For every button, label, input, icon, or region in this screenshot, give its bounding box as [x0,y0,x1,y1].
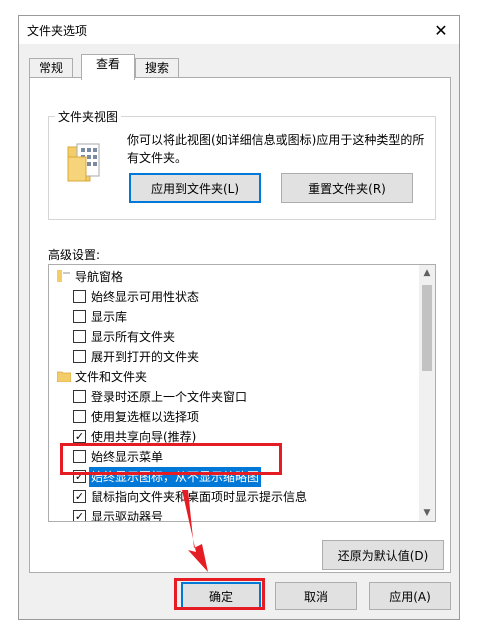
list-item[interactable]: 显示所有文件夹 [49,327,421,347]
checkbox-label: 展开到打开的文件夹 [91,350,200,364]
close-button[interactable]: ✕ [423,16,459,44]
scroll-thumb[interactable] [422,285,432,371]
reset-folders-button[interactable]: 重置文件夹(R) [281,173,413,203]
chevron-up-icon: ▲ [423,268,431,278]
folder-views-group: 文件夹视图 你可以将此视图(如详细信息或图标)应用于这种类型的所有文件夹。 应用… [48,108,436,220]
apply-to-folders-button[interactable]: 应用到文件夹(L) [129,173,261,203]
cancel-button[interactable]: 取消 [275,582,357,610]
checkbox[interactable] [73,350,86,363]
list-item[interactable]: 展开到打开的文件夹 [49,347,421,367]
title-bar: 文件夹选项 ✕ [19,16,459,44]
tab-panel-view: 文件夹视图 你可以将此视图(如详细信息或图标)应用于这种类型的所有文件夹。 应用… [29,77,451,573]
category-files-and-folders: 文件和文件夹 [49,367,421,387]
navigation-pane-icon [57,270,71,282]
checkbox[interactable] [73,390,86,403]
checkbox-label: 登录时还原上一个文件夹窗口 [91,390,248,404]
category-label: 文件和文件夹 [75,370,148,384]
list-item[interactable]: 始终显示可用性状态 [49,287,421,307]
list-item[interactable]: ✓ 鼠标指向文件夹和桌面项时显示提示信息 [49,487,421,507]
highlight-box-ok [174,578,265,610]
advanced-settings-list[interactable]: 导航窗格 始终显示可用性状态 显示库 显示所有文件夹 展开到打开的文件夹 文件和… [48,264,436,522]
vertical-scrollbar[interactable]: ▲ ▼ [419,265,435,521]
checkbox-label: 使用复选框以选择项 [91,410,200,424]
checkbox-label: 显示所有文件夹 [91,330,176,344]
checkbox-label: 显示库 [91,310,128,324]
group-title: 文件夹视图 [55,108,122,125]
checkbox[interactable] [73,290,86,303]
list-item[interactable]: 使用复选框以选择项 [49,407,421,427]
folder-grid-icon [67,143,100,182]
checkbox-checked[interactable]: ✓ [73,430,86,443]
tab-search[interactable]: 搜索 [135,58,179,78]
list-item[interactable]: 登录时还原上一个文件夹窗口 [49,387,421,407]
chevron-down-icon: ▼ [423,508,431,518]
checkbox-checked[interactable]: ✓ [73,490,86,503]
advanced-settings-label: 高级设置: [48,248,101,262]
scroll-down-button[interactable]: ▼ [419,505,435,521]
checkbox-checked[interactable]: ✓ [73,510,86,521]
scroll-up-button[interactable]: ▲ [419,265,435,281]
checkbox[interactable] [73,310,86,323]
window-title: 文件夹选项 [27,24,88,38]
folder-options-dialog: 文件夹选项 ✕ 常规 查看 搜索 文件夹视图 你可以将此视图(如详细信息或图标)… [18,15,460,620]
red-arrow-icon [182,490,208,572]
list-item[interactable]: ✓ 显示驱动器号 [49,507,421,521]
restore-defaults-button[interactable]: 还原为默认值(D) [322,540,444,570]
checkbox[interactable] [73,410,86,423]
checkbox[interactable] [73,330,86,343]
tab-general[interactable]: 常规 [29,58,73,78]
folder-icon [57,371,71,382]
highlight-box-option [60,443,282,475]
apply-button[interactable]: 应用(A) [369,582,451,610]
list-item[interactable]: 显示库 [49,307,421,327]
folder-views-description: 你可以将此视图(如详细信息或图标)应用于这种类型的所有文件夹。 [127,133,425,165]
close-icon: ✕ [434,20,448,40]
category-label: 导航窗格 [75,270,124,284]
category-navigation-pane: 导航窗格 [49,267,421,287]
tab-view[interactable]: 查看 [81,54,135,80]
checkbox-label: 始终显示可用性状态 [91,290,200,304]
